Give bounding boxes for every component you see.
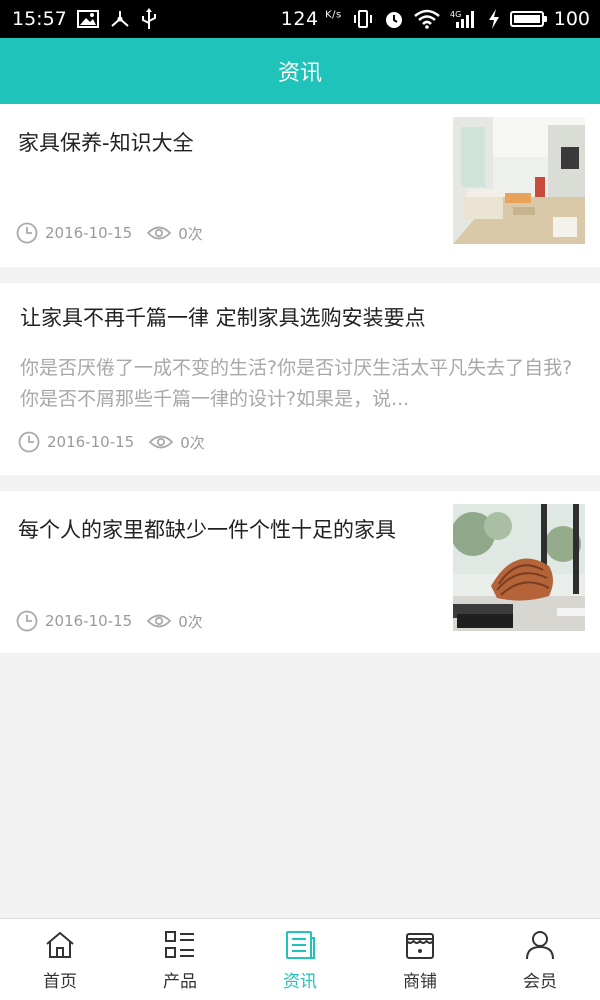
alarm-icon — [384, 9, 404, 29]
article-title: 让家具不再千篇一律 定制家具选购安装要点 — [20, 306, 426, 330]
home-icon — [44, 929, 76, 961]
battery-level: 100 — [553, 8, 590, 30]
nav-label: 产品 — [163, 972, 197, 992]
living-room-photo — [453, 117, 585, 244]
shop-icon — [404, 929, 436, 961]
svg-text:4G: 4G — [450, 10, 461, 19]
article-views: 0次 — [178, 224, 203, 243]
wifi-icon — [413, 9, 440, 29]
nav-label: 首页 — [43, 972, 77, 992]
page-title: 资讯 — [277, 61, 322, 86]
status-time: 15:57 — [12, 8, 67, 30]
usb-share-icon — [109, 9, 131, 29]
image-icon — [76, 10, 99, 28]
member-icon — [524, 929, 556, 961]
nav-label: 会员 — [523, 972, 557, 992]
news-icon — [284, 929, 316, 961]
status-bar: 15:57 124 K/s 4G 100 — [0, 0, 600, 38]
nav-item-news[interactable]: 资讯 — [240, 919, 360, 1000]
nav-label: 资讯 — [283, 972, 317, 992]
nav-item-home[interactable]: 首页 — [0, 919, 120, 1000]
nav-item-shop[interactable]: 商铺 — [360, 919, 480, 1000]
eye-icon — [149, 433, 174, 451]
vibrate-icon — [352, 9, 374, 29]
article-title: 家具保养-知识大全 — [18, 131, 194, 155]
nav-item-products[interactable]: 产品 — [120, 919, 240, 1000]
bottom-nav: 首页 产品 资讯 商铺 会员 — [0, 918, 600, 1000]
designer-chair-photo — [453, 504, 585, 631]
clock-icon — [16, 222, 38, 244]
article-meta: 2016-10-15 0次 — [16, 610, 203, 632]
app-header: 资讯 — [0, 38, 600, 104]
article-title: 每个人的家里都缺少一件个性十足的家具 — [18, 518, 396, 542]
nav-label: 商铺 — [403, 972, 437, 992]
charging-icon — [488, 9, 500, 29]
list-item[interactable]: 让家具不再千篇一律 定制家具选购安装要点 你是否厌倦了一成不变的生活?你是否讨厌… — [0, 283, 600, 475]
article-summary: 你是否厌倦了一成不变的生活?你是否讨厌生活太平凡失去了自我?你是否不屑那些千篇一… — [20, 357, 573, 410]
article-date: 2016-10-15 — [45, 612, 133, 630]
eye-icon — [147, 612, 172, 630]
usb-icon — [141, 8, 157, 30]
article-views: 0次 — [180, 433, 205, 452]
eye-icon — [147, 224, 172, 242]
clock-icon — [18, 431, 40, 453]
nav-item-member[interactable]: 会员 — [480, 919, 600, 1000]
signal-4g-icon: 4G — [450, 9, 478, 29]
article-meta: 2016-10-15 0次 — [18, 431, 205, 453]
network-speed: 124 K/s — [280, 8, 342, 30]
product-list-icon — [164, 929, 196, 961]
clock-icon — [16, 610, 38, 632]
article-date: 2016-10-15 — [45, 224, 133, 242]
battery-icon — [509, 11, 547, 27]
article-views: 0次 — [178, 612, 203, 631]
list-item[interactable]: 每个人的家里都缺少一件个性十足的家具 2016-10-15 0次 — [0, 491, 600, 653]
article-meta: 2016-10-15 0次 — [16, 222, 203, 244]
article-date: 2016-10-15 — [47, 433, 135, 451]
list-item[interactable]: 家具保养-知识大全 2016-10-15 0次 — [0, 104, 600, 267]
